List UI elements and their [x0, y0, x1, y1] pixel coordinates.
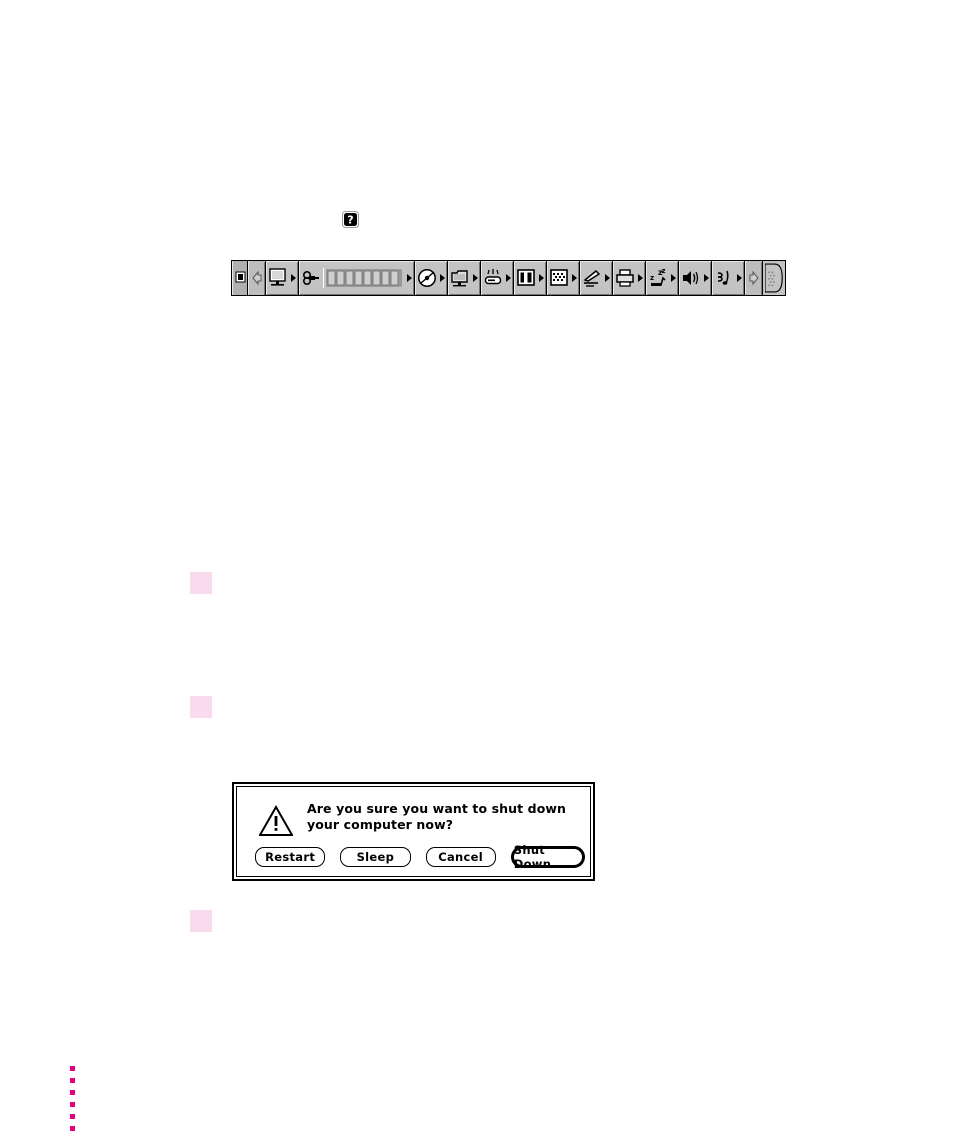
- margin-dot: [70, 1126, 75, 1131]
- control-strip-collapse-tab[interactable]: [232, 261, 248, 295]
- step-marker-3: [190, 910, 212, 932]
- module-popup-arrow[interactable]: [473, 274, 478, 282]
- restart-button[interactable]: Restart: [255, 847, 326, 867]
- svg-text:z: z: [650, 274, 654, 282]
- margin-dot: [70, 1078, 75, 1083]
- battery-gauge-icon: [326, 269, 402, 287]
- sleep-button[interactable]: Sleep: [340, 847, 411, 867]
- control-strip-module-media-bay[interactable]: [481, 261, 514, 295]
- step-marker-2: [190, 696, 212, 718]
- module-popup-arrow[interactable]: [407, 274, 412, 282]
- module-popup-arrow[interactable]: [638, 274, 643, 282]
- module-popup-arrow[interactable]: [704, 274, 709, 282]
- margin-dot: [70, 1102, 75, 1107]
- margin-dot: [70, 1066, 75, 1071]
- alert-message-text: Are you sure you want to shut down your …: [307, 801, 567, 832]
- module-popup-arrow[interactable]: [737, 274, 742, 282]
- speaker-volume-icon: [683, 271, 699, 285]
- svg-text:z: z: [662, 267, 666, 275]
- shutdown-alert-dialog: Are you sure you want to shut down your …: [232, 782, 595, 881]
- control-strip-module-file-sharing[interactable]: [448, 261, 481, 295]
- control-strip-module-printer[interactable]: [613, 261, 646, 295]
- monitor-icon: [269, 268, 286, 286]
- cancel-button[interactable]: Cancel: [425, 847, 496, 867]
- sleep-zzz-icon: z z z: [650, 267, 666, 286]
- control-strip-module-desktop-pattern[interactable]: [547, 261, 580, 295]
- power-gauge-divider: [323, 268, 324, 288]
- shut-down-button[interactable]: Shut Down: [510, 843, 585, 871]
- help-question-icon: ?: [342, 211, 359, 228]
- media-bay-icon: [484, 269, 502, 285]
- file-sharing-icon: [451, 270, 468, 287]
- alert-button-row: Restart Sleep Cancel Shut Down: [255, 843, 585, 871]
- module-popup-arrow[interactable]: [506, 274, 511, 282]
- printer-icon: [616, 269, 634, 287]
- margin-dot-column: [70, 1066, 76, 1138]
- warning-triangle-icon: [258, 804, 294, 837]
- control-strip-scroll-right-arrow[interactable]: [745, 261, 763, 295]
- control-strip-resize-grip[interactable]: [763, 261, 785, 295]
- step-marker-1: [190, 572, 212, 594]
- desktop-pattern-icon: [550, 269, 568, 286]
- module-popup-arrow[interactable]: [605, 274, 610, 282]
- control-strip-module-trackpad[interactable]: [580, 261, 613, 295]
- control-strip-module-cd-audio[interactable]: [415, 261, 448, 295]
- margin-dot: [70, 1114, 75, 1119]
- module-popup-arrow[interactable]: [440, 274, 445, 282]
- module-popup-arrow[interactable]: [671, 274, 676, 282]
- module-popup-arrow[interactable]: [572, 274, 577, 282]
- control-strip-module-audio-cd[interactable]: [712, 261, 745, 295]
- control-strip[interactable]: z z z: [231, 260, 786, 296]
- alert-inner-frame: Are you sure you want to shut down your …: [236, 786, 591, 877]
- cd-disc-icon: [418, 269, 436, 287]
- music-note-icon: [717, 270, 729, 285]
- control-strip-module-sound-volume[interactable]: [679, 261, 712, 295]
- control-strip-module-sleep-setup[interactable]: z z z: [646, 261, 679, 295]
- module-popup-arrow[interactable]: [539, 274, 544, 282]
- control-strip-module-monitor[interactable]: [266, 261, 299, 295]
- module-popup-arrow[interactable]: [291, 274, 296, 282]
- help-glyph: ?: [347, 214, 353, 227]
- control-strip-module-power-settings[interactable]: [299, 261, 415, 295]
- monitor-depth-icon: [517, 269, 535, 286]
- power-plug-icon: [302, 271, 319, 286]
- control-strip-module-monitor-depth[interactable]: [514, 261, 547, 295]
- margin-dot: [70, 1090, 75, 1095]
- trackpad-icon: [583, 269, 601, 287]
- control-strip-scroll-left-arrow[interactable]: [248, 261, 266, 295]
